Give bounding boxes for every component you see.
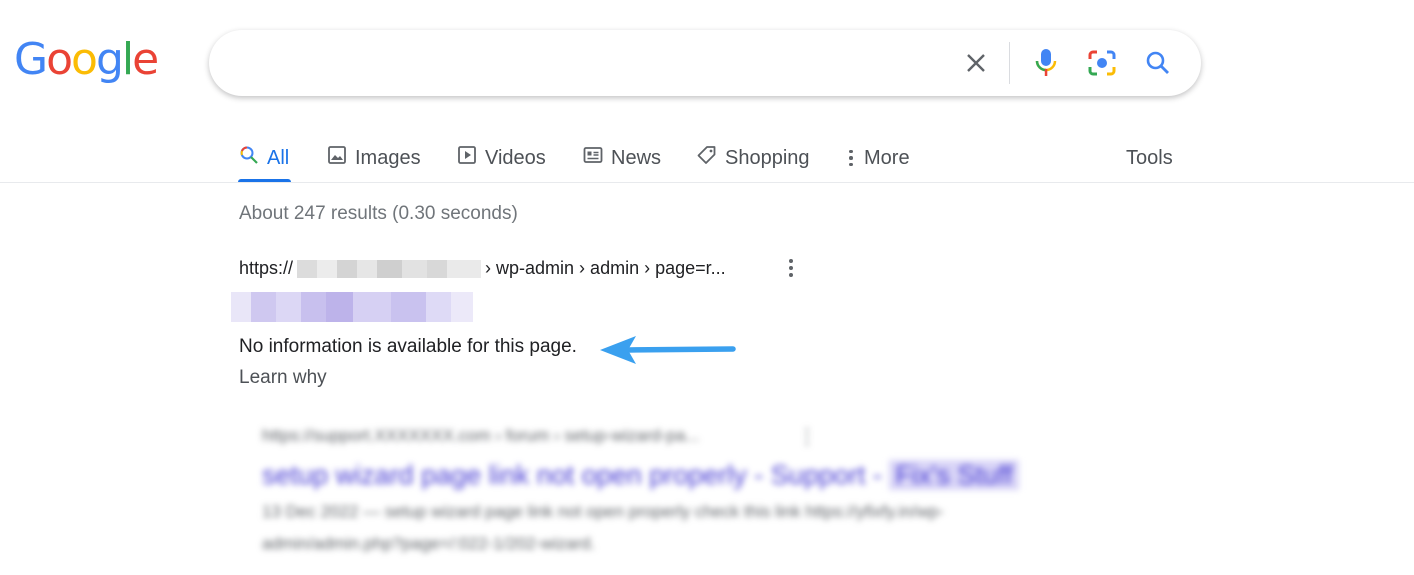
blurred-kebab-icon: ⋮ — [797, 426, 817, 448]
google-logo[interactable]: Google — [14, 38, 159, 82]
tab-label: Shopping — [725, 146, 810, 169]
result-menu-button[interactable] — [782, 257, 800, 279]
search-input[interactable] — [237, 48, 941, 80]
tab-more[interactable]: More — [846, 138, 910, 178]
result-snippet: No information is available for this pag… — [239, 336, 577, 357]
annotation-arrow — [600, 336, 736, 364]
search-box[interactable] — [209, 30, 1201, 96]
url-path: › wp-admin › admin › page=r... — [485, 258, 726, 278]
image-icon — [327, 145, 347, 171]
search-tabs: All Images Videos News Shopping More Too… — [0, 130, 1414, 182]
tab-label: All — [267, 146, 290, 169]
logo-letter: g — [95, 34, 124, 85]
tab-label: News — [611, 146, 662, 169]
tabs-divider — [0, 182, 1414, 183]
blurred-result-snippet: 13 Dec 2022 — setup wizard page link not… — [262, 502, 944, 521]
search-icon[interactable] — [1141, 46, 1175, 80]
logo-letter: G — [14, 34, 48, 85]
logo-letter: e — [132, 34, 159, 85]
tab-news[interactable]: News — [583, 138, 661, 178]
result-url[interactable]: https:// › wp-admin › admin › page=r... — [239, 258, 726, 279]
tools-button[interactable]: Tools — [1126, 138, 1173, 178]
tab-label: Images — [355, 146, 421, 169]
search-divider — [1009, 42, 1010, 84]
url-prefix: https:// — [239, 258, 294, 278]
tools-label: Tools — [1126, 146, 1173, 169]
search-icon — [239, 145, 259, 171]
redacted-result-title[interactable] — [231, 292, 473, 322]
logo-letter: l — [121, 34, 134, 85]
close-icon[interactable] — [959, 46, 993, 80]
blurred-result-url: https://support.XXXXXXX.com › forum › se… — [262, 426, 700, 445]
play-icon — [457, 145, 477, 171]
blurred-result-title: setup wizard page link not open properly… — [262, 460, 1019, 491]
tab-all[interactable]: All — [239, 138, 289, 178]
kebab-icon — [846, 149, 856, 167]
tab-videos[interactable]: Videos — [457, 138, 546, 178]
tab-images[interactable]: Images — [327, 138, 421, 178]
logo-letter: o — [71, 34, 98, 85]
logo-letter: o — [46, 34, 73, 85]
blurred-result-snippet: admin/admin.php?page=/:022-1/202-wizard. — [262, 534, 596, 553]
learn-why-link[interactable]: Learn why — [239, 367, 327, 389]
tag-icon — [697, 145, 717, 171]
tab-label: Videos — [485, 146, 546, 169]
redacted-domain — [297, 259, 482, 278]
news-icon — [583, 145, 603, 171]
blurred-result: https://support.XXXXXXX.com › forum › se… — [262, 420, 1092, 570]
tab-label: More — [864, 146, 910, 169]
tab-shopping[interactable]: Shopping — [697, 138, 810, 178]
microphone-icon[interactable] — [1029, 46, 1063, 80]
result-stats: About 247 results (0.30 seconds) — [239, 203, 518, 224]
camera-lens-icon[interactable] — [1085, 46, 1119, 80]
